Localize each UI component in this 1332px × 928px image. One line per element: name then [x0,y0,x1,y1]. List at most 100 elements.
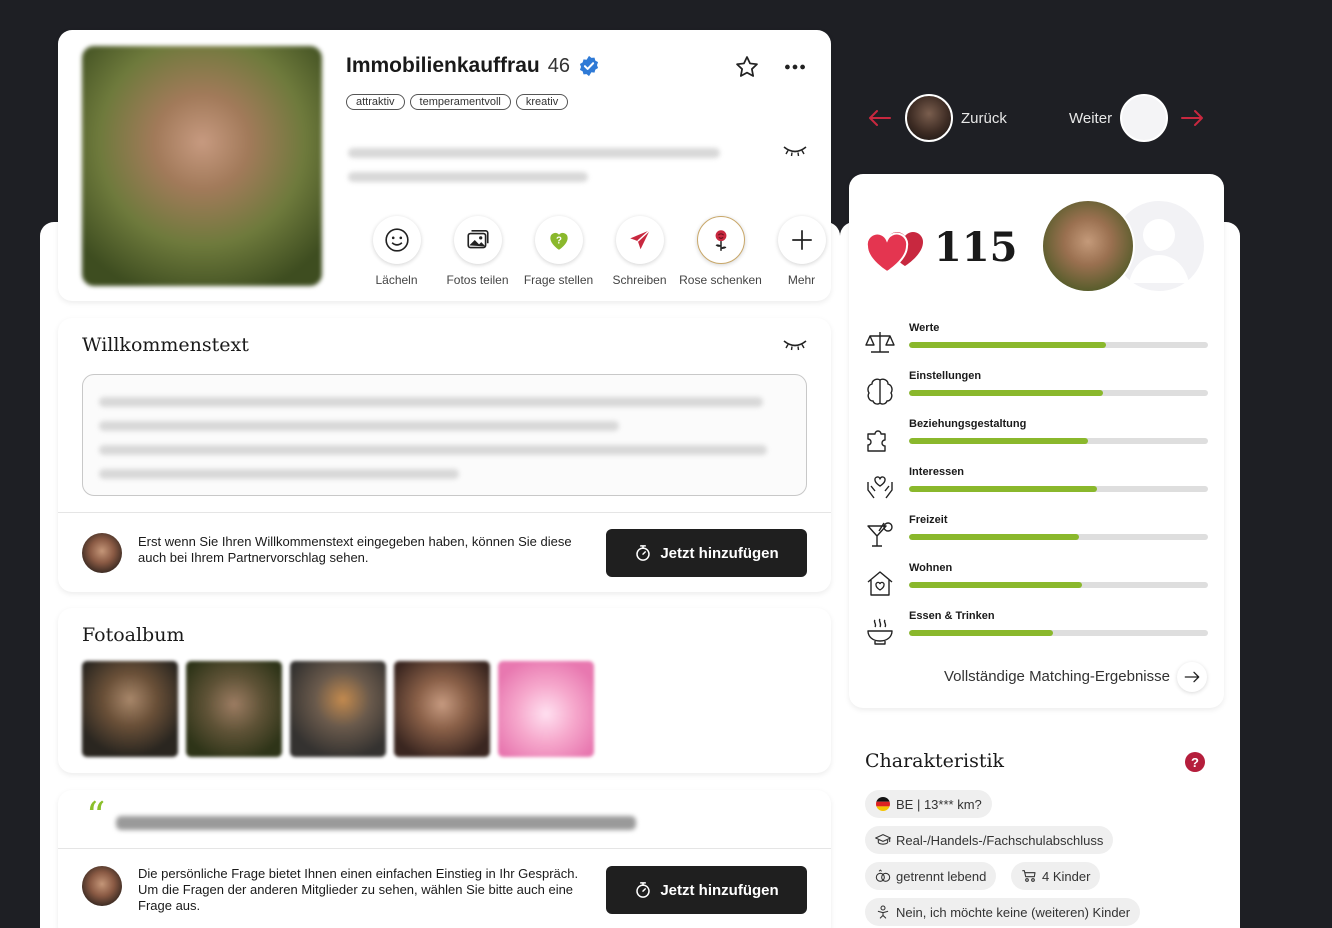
next-label[interactable]: Weiter [1069,110,1112,127]
action-ask-question-button[interactable]: ? [534,216,583,264]
category-bar [909,630,1208,636]
album-photo[interactable] [82,661,178,757]
welcome-hint-text: Erst wenn Sie Ihren Willkommenstext eing… [138,534,572,565]
arrow-right-icon[interactable] [1180,109,1204,127]
hidden-eye-icon[interactable] [782,338,808,352]
category-label: Einstellungen [909,370,982,382]
smile-icon [384,228,409,252]
category-bar-fill [909,582,1083,588]
category-bar-fill [909,630,1053,636]
send-icon [629,229,650,250]
next-profile-avatar[interactable] [1120,94,1168,142]
category-bar [909,534,1208,540]
matching-category-wohnen[interactable]: Wohnen [865,562,1210,602]
category-bar-fill [909,486,1098,492]
action-more-button[interactable] [777,216,826,264]
category-bar [909,390,1208,396]
full-matching-results-link[interactable]: Vollständige Matching-Ergebnisse [944,668,1170,685]
hearts-icon [865,232,923,274]
puzzle-icon [867,430,886,452]
blurred-welcome-line [99,445,767,455]
category-label: Werte [909,322,940,334]
category-bar-fill [909,534,1080,540]
category-bar-fill [909,438,1089,444]
matching-category-essen-trinken[interactable]: Essen & Trinken [865,610,1210,650]
help-icon[interactable]: ? [1185,752,1205,772]
characteristics-card: Charakteristik ? BE | 13*** km? Real-/Ha… [849,726,1224,928]
album-photo[interactable] [186,661,282,757]
chip-text: Real-/Handels-/Fachschulabschluss [896,832,1104,848]
category-label: Interessen [909,466,965,478]
category-label: Wohnen [909,562,953,574]
divider [58,848,831,849]
add-question-label: Jetzt hinzufügen [660,881,779,899]
action-label: Rose schenken [679,273,762,287]
advisor-avatar [82,866,122,906]
cocktail-icon [867,522,893,547]
action-write[interactable]: Schreiben [599,216,680,287]
welcome-text-box[interactable] [82,374,807,496]
category-bar [909,438,1208,444]
blurred-welcome-line [99,421,619,431]
album-photo[interactable] [290,661,386,757]
action-label: Fotos teilen [446,273,509,287]
chip-text: 4 Kinder [1042,868,1091,884]
action-label: Schreiben [612,273,667,287]
chip-children: 4 Kinder [1011,862,1101,890]
previous-profile-avatar[interactable] [905,94,953,142]
more-options-icon[interactable] [782,54,808,80]
welcome-text-card: Willkommenstext Erst wenn Sie Ihren Will… [58,318,831,592]
category-bar [909,582,1208,588]
stopwatch-icon [636,545,651,561]
action-smile[interactable]: Lächeln [356,216,437,287]
add-welcome-text-button[interactable]: Jetzt hinzufügen [606,529,807,577]
back-label[interactable]: Zurück [961,110,1007,127]
action-label: Lächeln [375,273,418,287]
action-give-rose[interactable]: Rose schenken [679,216,762,287]
personal-question-card: “ Die persönliche Frage bietet Ihnen ein… [58,790,831,928]
matching-category-interessen[interactable]: Interessen [865,466,1210,506]
hands-heart-icon [867,476,893,499]
action-share-photos-button[interactable] [453,216,502,264]
add-question-button[interactable]: Jetzt hinzufügen [606,866,807,914]
matching-card: 115 Werte Einstellungen Beziehungsgestal… [849,174,1224,708]
favorite-star-icon[interactable] [734,54,760,80]
hidden-eye-icon[interactable] [782,144,808,158]
blurred-welcome-line [99,397,763,407]
characteristics-title: Charakteristik [865,750,1005,772]
matching-category-werte[interactable]: Werte [865,322,1210,362]
matching-category-einstellungen[interactable]: Einstellungen [865,370,1210,410]
category-bar-fill [909,390,1104,396]
category-bar-fill [909,342,1107,348]
arrow-right-icon [1184,671,1200,683]
action-write-button[interactable] [615,216,664,264]
action-give-rose-button[interactable] [696,216,745,264]
rose-icon [715,230,726,251]
action-smile-button[interactable] [372,216,421,264]
scales-icon [865,332,895,353]
profile-name-row: Immobilienkauffrau 46 [346,54,600,78]
arrow-left-icon[interactable] [868,109,892,127]
album-photo[interactable] [498,661,594,757]
flag-de-icon [876,797,890,811]
divider [58,512,831,513]
action-share-photos[interactable]: Fotos teilen [437,216,518,287]
advisor-avatar [82,533,122,573]
action-ask-question[interactable]: ? Frage stellen [518,216,599,287]
album-title: Fotoalbum [82,624,185,646]
verified-badge-icon [579,55,599,77]
profile-name: Immobilienkauffrau [346,54,540,77]
matching-category-beziehungsgestaltung[interactable]: Beziehungsgestaltung [865,418,1210,458]
full-results-arrow-button[interactable] [1177,662,1207,692]
album-photo[interactable] [394,661,490,757]
action-more[interactable]: Mehr [761,216,842,287]
question-heart-icon: ? [549,232,568,250]
matching-category-freizeit[interactable]: Freizeit [865,514,1210,554]
matching-score: 115 [934,224,1018,271]
brain-icon [867,378,893,405]
profile-age: 46 [547,54,570,77]
photos-icon [466,229,489,249]
profile-photo[interactable] [82,46,322,286]
chip-text: BE | 13*** km? [896,796,982,812]
profile-tag: temperamentvoll [409,94,511,110]
